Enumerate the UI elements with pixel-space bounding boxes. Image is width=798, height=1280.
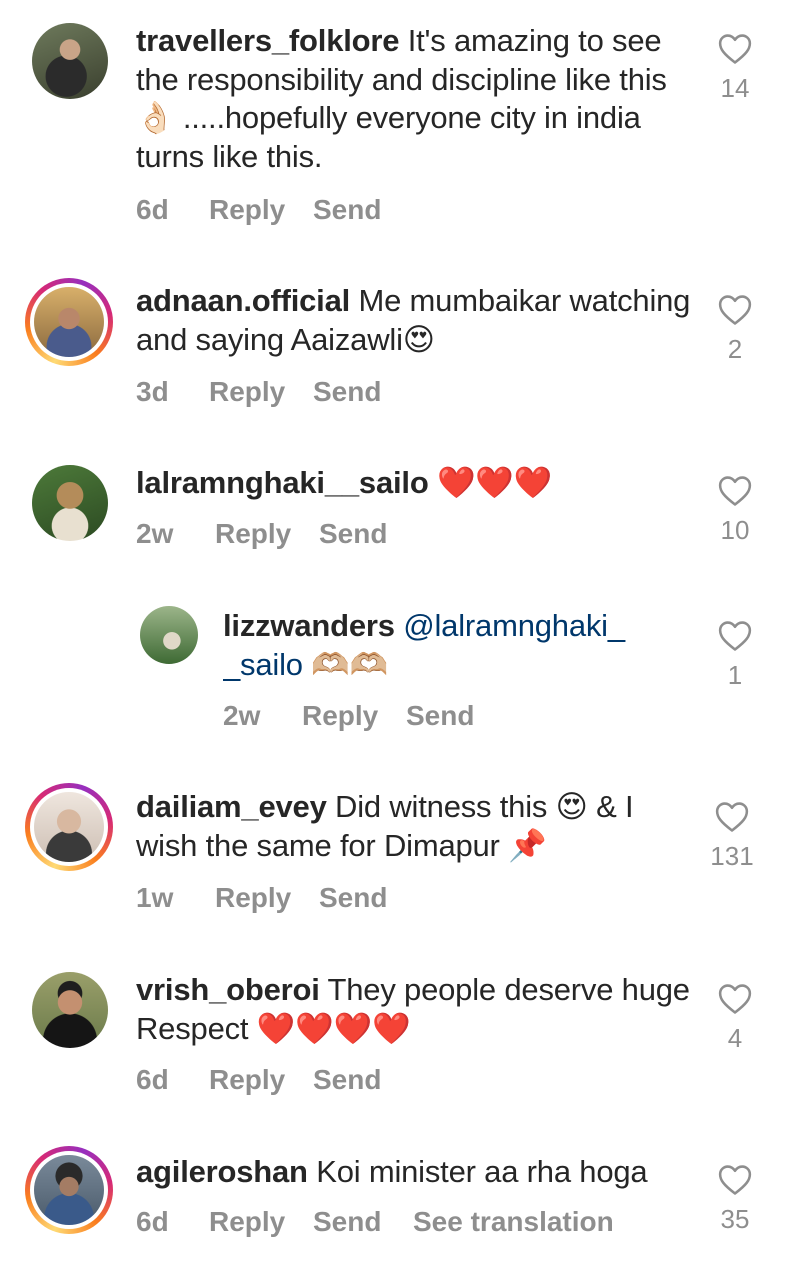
heart-outline-icon[interactable] bbox=[718, 294, 752, 326]
comment-time: 1w bbox=[136, 882, 174, 913]
like-count: 1 bbox=[727, 660, 743, 690]
send-button[interactable]: Send bbox=[313, 376, 381, 408]
pushpin-emoji: 📌 bbox=[508, 827, 547, 864]
like-button[interactable]: 14 bbox=[695, 33, 775, 104]
comment-time: 2w bbox=[223, 700, 261, 731]
avatar[interactable] bbox=[25, 1146, 113, 1234]
comment-username[interactable]: agileroshan bbox=[136, 1154, 308, 1189]
reply-button[interactable]: Reply bbox=[209, 1064, 285, 1096]
like-button[interactable]: 1 bbox=[695, 620, 775, 691]
comment-username[interactable]: vrish_oberoi bbox=[136, 972, 320, 1007]
heart-hands-emoji: 🫶🏼🫶🏼 bbox=[311, 646, 389, 683]
like-button[interactable]: 4 bbox=[695, 983, 775, 1054]
comment-time: 6d bbox=[136, 1206, 169, 1237]
comment-username[interactable]: dailiam_evey bbox=[136, 789, 327, 824]
send-button[interactable]: Send bbox=[406, 700, 474, 732]
heart-outline-icon[interactable] bbox=[718, 983, 752, 1015]
comment-username[interactable]: travellers_folklore bbox=[136, 23, 399, 58]
like-count: 4 bbox=[727, 1023, 743, 1053]
comment-time: 6d bbox=[136, 194, 169, 225]
avatar[interactable] bbox=[32, 465, 108, 541]
heart-outline-icon[interactable] bbox=[718, 620, 752, 652]
send-button[interactable]: Send bbox=[313, 194, 381, 226]
send-button[interactable]: Send bbox=[313, 1064, 381, 1096]
comment-time: 3d bbox=[136, 376, 169, 407]
comment-username[interactable]: lalramnghaki__sailo bbox=[136, 465, 429, 500]
like-count: 2 bbox=[727, 334, 743, 364]
red-heart-emoji: ❤️❤️❤️❤️ bbox=[256, 1010, 411, 1047]
comment-username[interactable]: lizzwanders bbox=[223, 608, 395, 643]
comment-time: 2w bbox=[136, 518, 174, 549]
like-button[interactable]: 35 bbox=[695, 1164, 775, 1235]
like-button[interactable]: 2 bbox=[695, 294, 775, 365]
like-count: 131 bbox=[710, 841, 754, 871]
comment-text: Koi minister aa rha hoga bbox=[316, 1154, 648, 1189]
heart-outline-icon[interactable] bbox=[718, 1164, 752, 1196]
avatar[interactable] bbox=[25, 783, 113, 871]
like-count: 14 bbox=[720, 73, 750, 103]
reply-button[interactable]: Reply bbox=[215, 518, 291, 550]
reply-button[interactable]: Reply bbox=[215, 882, 291, 914]
reply-button[interactable]: Reply bbox=[209, 194, 285, 226]
reply-button[interactable]: Reply bbox=[209, 376, 285, 408]
comment-time: 6d bbox=[136, 1064, 169, 1095]
send-button[interactable]: Send bbox=[319, 518, 387, 550]
send-button[interactable]: Send bbox=[319, 882, 387, 914]
like-count: 10 bbox=[720, 515, 750, 545]
like-button[interactable]: 131 bbox=[692, 801, 772, 872]
heart-outline-icon[interactable] bbox=[718, 33, 752, 65]
like-count: 35 bbox=[720, 1204, 750, 1234]
avatar[interactable] bbox=[140, 606, 198, 664]
see-translation-button[interactable]: See translation bbox=[413, 1206, 614, 1238]
avatar[interactable] bbox=[25, 278, 113, 366]
ok-hand-emoji: 👌🏻 bbox=[136, 100, 175, 136]
heart-outline-icon[interactable] bbox=[718, 475, 752, 507]
heart-eyes-emoji: 😍 bbox=[555, 789, 588, 825]
reply-button[interactable]: Reply bbox=[209, 1206, 285, 1238]
send-button[interactable]: Send bbox=[313, 1206, 381, 1238]
heart-outline-icon[interactable] bbox=[715, 801, 749, 833]
heart-eyes-emoji: 😍 bbox=[402, 321, 435, 358]
avatar[interactable] bbox=[32, 23, 108, 99]
red-heart-emoji: ❤️❤️❤️ bbox=[436, 465, 553, 501]
comment-username[interactable]: adnaan.official bbox=[136, 283, 350, 318]
reply-button[interactable]: Reply bbox=[302, 700, 378, 732]
like-button[interactable]: 10 bbox=[695, 475, 775, 546]
avatar[interactable] bbox=[32, 972, 108, 1048]
